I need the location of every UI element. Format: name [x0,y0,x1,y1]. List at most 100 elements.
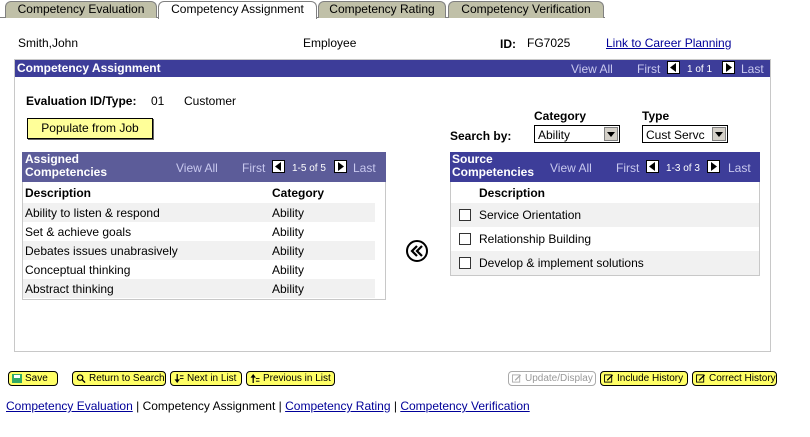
assigned-count: 1-5 of 5 [292,163,326,174]
footer-link-competency-verification[interactable]: Competency Verification [400,399,529,413]
table-row: Conceptual thinking Ability [23,260,375,279]
row-description: Ability to listen & respond [25,206,160,220]
list-item: Develop & implement solutions [451,251,759,275]
row-description: Service Orientation [479,208,582,222]
return-to-search-label: Return to Search [89,373,165,384]
row-description: Debates issues unabrasively [25,244,178,258]
populate-from-job-button[interactable]: Populate from Job [27,118,153,139]
table-row: Ability to listen & respond Ability [23,203,375,222]
down-arrow-icon [174,374,184,383]
panel-title: Competency Assignment [17,61,161,75]
footer-separator: | [393,399,397,413]
update-display-button[interactable]: Update/Display [508,371,596,386]
panel-next-arrow-icon[interactable] [722,61,735,74]
row-description: Set & achieve goals [25,225,132,239]
row-description: Conceptual thinking [25,263,131,277]
next-in-list-button[interactable]: Next in List [170,371,242,386]
source-title: Source Competencies [452,153,534,179]
assigned-view-all[interactable]: View All [176,161,218,175]
tab-competency-evaluation[interactable]: Competency Evaluation [5,1,157,18]
correct-history-label: Correct History [709,373,776,384]
save-button[interactable]: Save [8,371,58,386]
id-value: FG7025 [527,36,571,50]
career-planning-link[interactable]: Link to Career Planning [606,36,731,50]
category-select-value: Ability [538,128,571,142]
row-category: Ability [272,263,305,277]
type-select-value: Cust Servc [646,128,705,142]
save-label: Save [25,373,48,384]
tab-competency-assignment[interactable]: Competency Assignment [158,1,317,19]
pencil-doc-icon [512,374,522,383]
source-title-line2: Competencies [452,165,535,179]
update-display-label: Update/Display [525,373,593,384]
source-col-description: Description [479,186,546,200]
assigned-col-description: Description [25,186,92,200]
assigned-prev-arrow-icon[interactable] [272,160,285,173]
next-in-list-label: Next in List [187,373,237,384]
evaluation-label: Evaluation ID/Type: [26,94,137,108]
tab-label: Competency Assignment [171,2,304,16]
footer-links: Competency Evaluation | Competency Assig… [6,399,530,413]
table-row: Set & achieve goals Ability [23,222,375,241]
row-category: Ability [272,282,305,296]
source-row-checkbox[interactable] [459,209,471,221]
double-chevron-left-icon[interactable] [406,240,428,262]
type-label: Type [642,109,670,123]
source-last[interactable]: Last [728,161,751,175]
include-history-label: Include History [617,373,684,384]
employee-role: Employee [303,36,357,50]
id-label: ID: [500,37,516,51]
panel-count: 1 of 1 [687,64,713,75]
evaluation-type: Customer [184,94,237,108]
source-first[interactable]: First [616,161,639,175]
source-row-checkbox[interactable] [459,257,471,269]
list-item: Relationship Building [451,227,759,251]
footer-link-competency-rating[interactable]: Competency Rating [285,399,390,413]
pencil-doc-icon [696,374,706,383]
row-description: Relationship Building [479,232,592,246]
assigned-next-arrow-icon[interactable] [334,160,347,173]
category-select[interactable]: Ability [534,125,620,143]
previous-in-list-label: Previous in List [263,373,331,384]
footer-link-competency-assignment[interactable]: Competency Assignment [143,399,276,413]
employee-name: Smith,John [18,36,79,50]
footer-link-competency-evaluation[interactable]: Competency Evaluation [6,399,133,413]
chevron-down-icon[interactable] [712,127,726,141]
chevron-down-icon[interactable] [604,127,618,141]
source-next-arrow-icon[interactable] [707,160,720,173]
panel-view-all[interactable]: View All [571,62,613,76]
row-category: Ability [272,225,305,239]
source-view-all[interactable]: View All [550,161,592,175]
previous-in-list-button[interactable]: Previous in List [246,371,335,386]
search-by-label: Search by: [450,129,512,143]
source-row-checkbox[interactable] [459,233,471,245]
footer-separator: | [136,399,140,413]
assigned-title: Assigned Competencies [25,153,107,179]
panel-prev-arrow-icon[interactable] [667,61,680,74]
category-label: Category [534,109,587,123]
assigned-grid: Description Category Ability to listen &… [22,182,386,300]
source-grid-header: Source Competencies View All First 1-3 of… [450,152,760,182]
type-select[interactable]: Cust Servc [642,125,728,143]
table-row: Abstract thinking Ability [23,279,375,298]
up-arrow-icon [250,374,260,383]
row-category: Ability [272,206,305,220]
assigned-last[interactable]: Last [353,161,376,175]
row-description: Abstract thinking [25,282,114,296]
panel-last[interactable]: Last [741,62,764,76]
assigned-title-line1: Assigned [25,152,80,166]
source-prev-arrow-icon[interactable] [646,160,659,173]
panel-first[interactable]: First [637,62,660,76]
return-to-search-button[interactable]: Return to Search [72,371,166,386]
include-history-button[interactable]: Include History [600,371,688,386]
assigned-first[interactable]: First [242,161,265,175]
tab-competency-rating[interactable]: Competency Rating [318,1,446,18]
row-description: Develop & implement solutions [479,256,644,270]
tab-competency-verification[interactable]: Competency Verification [448,1,604,18]
row-category: Ability [272,244,305,258]
source-count: 1-3 of 3 [666,163,700,174]
tab-label: Competency Evaluation [17,2,145,16]
magnifier-icon [76,374,86,383]
list-item: Service Orientation [451,203,759,227]
correct-history-button[interactable]: Correct History [692,371,777,386]
